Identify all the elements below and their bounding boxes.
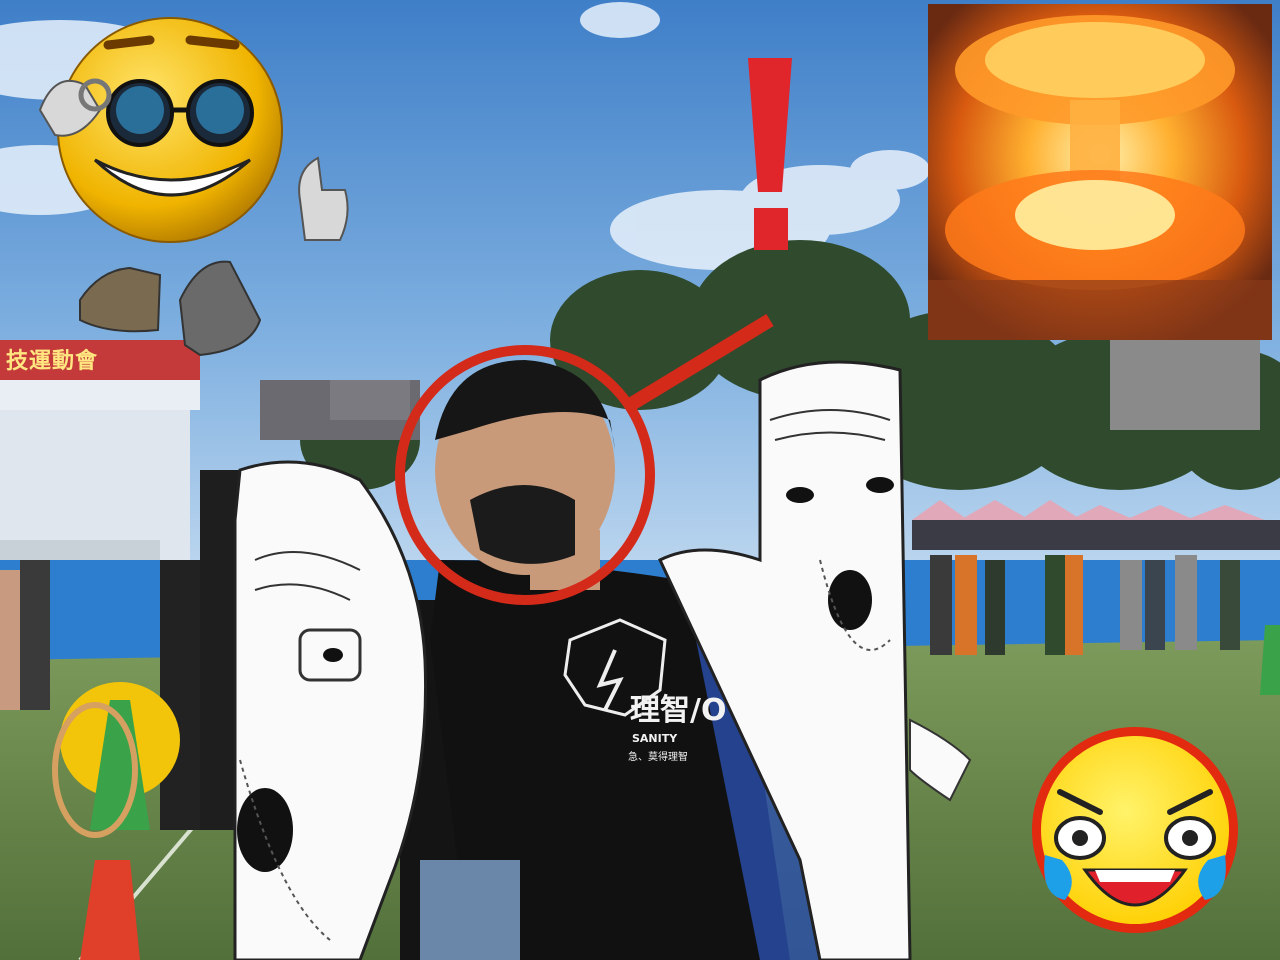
meme-image: 技運動會 理智/O SANITY 急、莫得理智 bbox=[0, 0, 1280, 960]
shirt-small-text: 急、莫得理智 bbox=[628, 750, 688, 763]
explosion-image bbox=[928, 4, 1272, 340]
stage-building: 技運動會 bbox=[0, 340, 200, 580]
photo-scene: 技運動會 理智/O SANITY 急、莫得理智 bbox=[0, 0, 1280, 960]
shirt-sub-text: SANITY bbox=[632, 732, 678, 745]
shirt-main-text: 理智/O bbox=[630, 693, 726, 728]
banner-text: 技運動會 bbox=[6, 348, 98, 374]
laughing-emoji bbox=[1032, 727, 1238, 933]
